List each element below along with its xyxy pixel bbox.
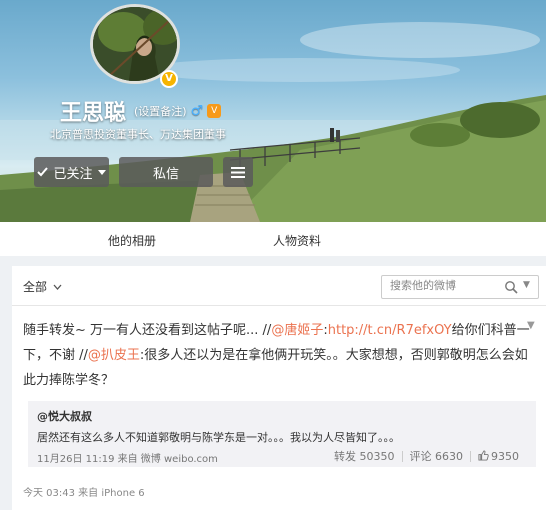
search-options-caret-icon[interactable]: ▼ xyxy=(523,280,530,290)
post-meta[interactable]: 今天 03:43 来自 iPhone 6 xyxy=(23,484,145,499)
post-options-chevron-icon[interactable]: ▼ xyxy=(527,320,535,331)
profile-name: 王思聪 xyxy=(60,101,127,126)
vip-badge-icon[interactable]: V xyxy=(207,104,222,118)
filter-all-label: 全部 xyxy=(23,280,48,294)
like-count: 9350 xyxy=(491,449,519,463)
filter-all-dropdown[interactable]: 全部 xyxy=(23,278,62,295)
reposted-weibo[interactable]: @悦大叔叔 居然还有这么多人不知道郭敬明与陈学东是一对。。。我以为人尽皆知了。。… xyxy=(28,401,536,467)
mention-link[interactable]: @扒皮王 xyxy=(88,348,140,363)
weibo-search-input[interactable] xyxy=(390,279,500,292)
like-button[interactable]: 9350 xyxy=(471,450,526,463)
set-remark-link[interactable]: (设置备注) xyxy=(134,103,187,119)
post-text-segment: 随手转发~ 万一有人还没看到这帖子呢... // xyxy=(23,323,272,338)
repost-author-link[interactable]: @悦大叔叔 xyxy=(37,408,92,424)
comment-count-button[interactable]: 评论 6630 xyxy=(403,448,471,464)
profile-tabs: 他的相册 人物资料 xyxy=(0,222,546,256)
repost-count-button[interactable]: 转发 50350 xyxy=(327,448,402,464)
post-text: 随手转发~ 万一有人还没看到这帖子呢... //@唐姬子:http://t.cn… xyxy=(23,318,539,393)
male-gender-icon: ♂ xyxy=(190,103,204,119)
weibo-search-box[interactable]: ▼ xyxy=(381,275,539,299)
following-button[interactable]: 已关注 xyxy=(34,157,109,187)
profile-cover: V 王思聪 (设置备注) ♂ V 北京普思投资董事长、万达集团董事 已关注 私信 xyxy=(0,0,546,222)
following-label: 已关注 xyxy=(53,166,93,182)
repost-meta[interactable]: 11月26日 11:19 来自 微博 weibo.com xyxy=(37,450,218,465)
repost-stats: 转发 50350 评论 6630 9350 xyxy=(327,448,526,464)
feed-filter-bar: 全部 ▼ xyxy=(12,266,546,306)
chevron-down-icon xyxy=(53,284,62,290)
dropdown-caret-icon xyxy=(97,169,106,175)
tab-album[interactable]: 他的相册 xyxy=(108,232,156,249)
mention-link[interactable]: @唐姬子 xyxy=(271,323,323,338)
menu-icon xyxy=(231,166,245,178)
repost-text: 居然还有这么多人不知道郭敬明与陈学东是一对。。。我以为人尽皆知了。。。 xyxy=(37,431,400,444)
tab-profile-info[interactable]: 人物资料 xyxy=(273,232,321,249)
verified-badge-icon: V xyxy=(160,70,178,88)
profile-bio: 北京普思投资董事长、万达集团董事 xyxy=(50,128,226,141)
weibo-post: 随手转发~ 万一有人还没看到这帖子呢... //@唐姬子:http://t.cn… xyxy=(12,306,546,510)
private-message-label: 私信 xyxy=(152,166,179,182)
more-menu-button[interactable] xyxy=(223,157,253,187)
checkmark-icon xyxy=(37,167,49,177)
url-link[interactable]: http://t.cn/R7efxOY xyxy=(328,323,452,338)
search-icon[interactable] xyxy=(504,280,518,294)
thumbs-up-icon xyxy=(478,449,489,461)
private-message-button[interactable]: 私信 xyxy=(119,157,213,187)
